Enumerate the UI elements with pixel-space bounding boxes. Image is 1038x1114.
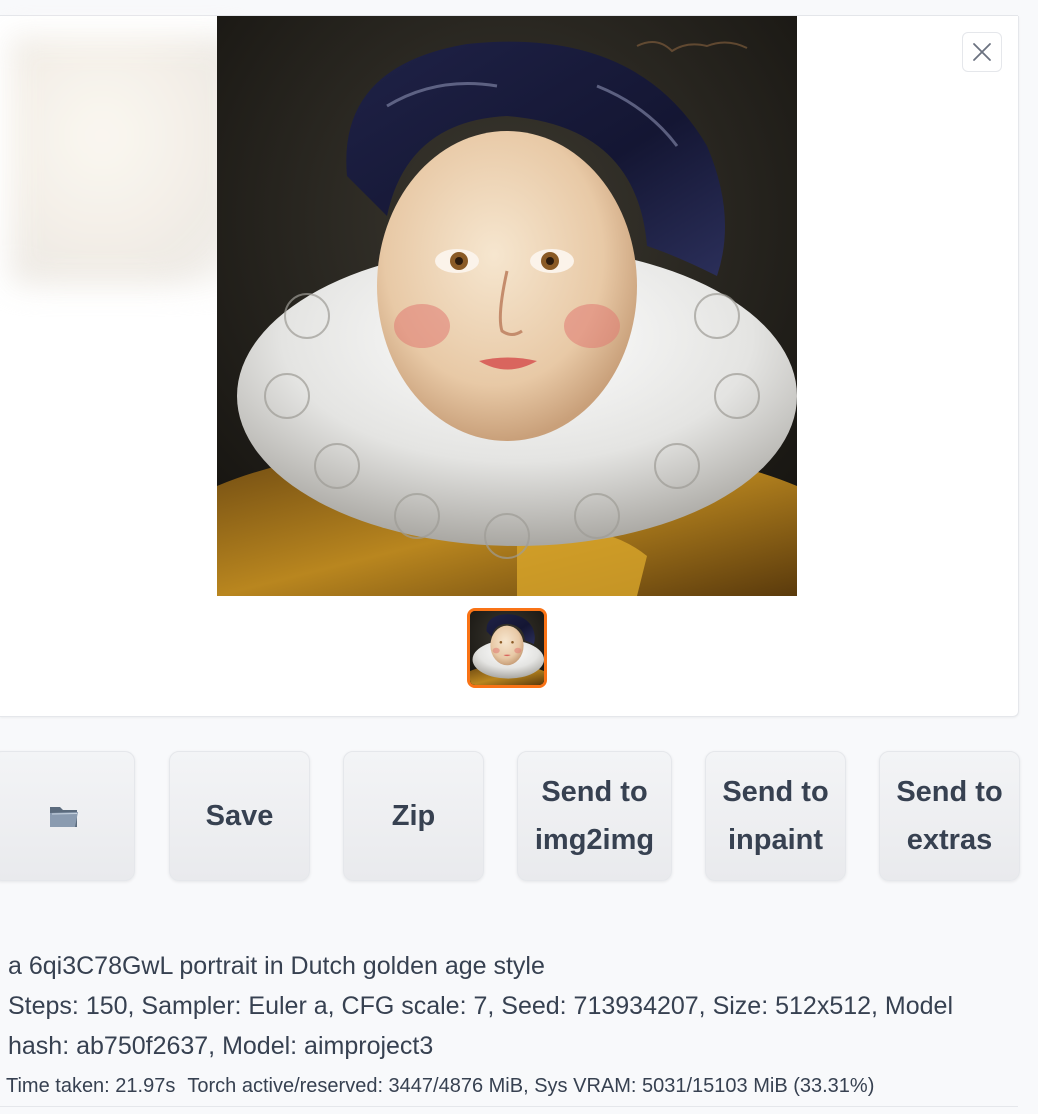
zip-button[interactable]: Zip (343, 751, 484, 881)
time-taken-text: Time taken: 21.97s (6, 1075, 176, 1097)
vram-usage-text: Torch active/reserved: 3447/4876 MiB, Sy… (187, 1075, 875, 1097)
prompt-text: a 6qi3C78GwL portrait in Dutch golden ag… (8, 952, 545, 980)
close-icon (973, 43, 991, 61)
save-button[interactable]: Save (169, 751, 310, 881)
send-to-extras-button[interactable]: Send to extras (879, 751, 1020, 881)
image-gallery (0, 16, 1019, 717)
gallery-thumbnail[interactable] (467, 608, 547, 688)
portrait-image (217, 16, 797, 596)
close-gallery-button[interactable] (962, 32, 1002, 72)
send-to-img2img-button[interactable]: Send to img2img (517, 751, 672, 881)
performance-info: Time taken: 21.97s Torch active/reserved:… (6, 1070, 874, 1102)
bottom-divider (0, 1106, 1018, 1107)
open-folder-button[interactable] (0, 751, 135, 881)
thumbnail-image (470, 611, 544, 685)
generated-image-preview[interactable] (217, 16, 797, 596)
generation-info: a 6qi3C78GwL portrait in Dutch golden ag… (8, 946, 1018, 1066)
folder-icon (49, 807, 78, 827)
send-to-inpaint-button[interactable]: Send to inpaint (705, 751, 846, 881)
parameters-text: Steps: 150, Sampler: Euler a, CFG scale:… (8, 992, 954, 1060)
gallery-blurred-background (10, 36, 240, 286)
